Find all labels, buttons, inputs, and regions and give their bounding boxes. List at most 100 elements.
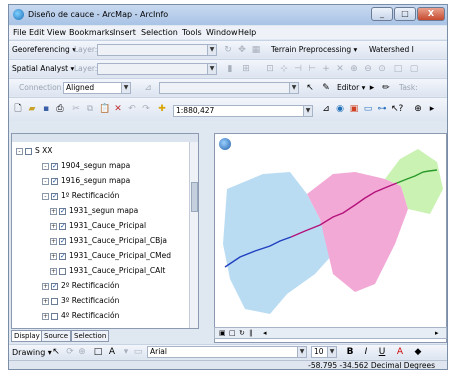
open-folder-icon[interactable]: ▰ (27, 104, 37, 114)
layer-name[interactable]: 1904_segun mapa (61, 161, 130, 170)
zoom-layer-icon[interactable]: ⊕ (349, 64, 359, 74)
menu-window[interactable]: Window (206, 28, 238, 37)
node-tool-icon[interactable]: ⊹ (279, 64, 289, 74)
rotate-element-icon[interactable]: ⟳ (65, 347, 75, 357)
print-icon[interactable]: ⎙ (55, 104, 65, 114)
layer-visibility-checkbox[interactable]: ✓ (59, 252, 66, 260)
menu-view[interactable]: View (47, 28, 66, 37)
add-point-icon[interactable]: + (321, 64, 331, 74)
layer-visibility-checkbox[interactable]: ✓ (59, 207, 66, 215)
collapse-icon[interactable]: - (42, 177, 49, 185)
rotate-icon[interactable]: ↻ (223, 45, 233, 55)
menu-help[interactable]: Help (238, 28, 256, 37)
menu-selection[interactable]: Selection (141, 28, 178, 37)
menu-file[interactable]: File (13, 28, 26, 37)
layer-visibility-checkbox[interactable] (25, 147, 32, 155)
toc-layer-row[interactable]: - ✓ 1916_segun mapa (42, 176, 130, 186)
layer-name[interactable]: 4º Rectificación (61, 311, 119, 320)
layer-visibility-checkbox[interactable]: ✓ (51, 177, 58, 185)
layer-name[interactable]: S XX (35, 146, 52, 155)
layout-view-icon[interactable]: □ (229, 329, 236, 337)
layer-visibility-checkbox[interactable]: ✓ (51, 282, 58, 290)
layer-visibility-checkbox[interactable]: ✓ (59, 237, 66, 245)
toc-layer-row[interactable]: + ✓ 1931_segun mapa (50, 206, 138, 216)
add-data-icon[interactable]: ✚ (157, 104, 167, 114)
whats-this-icon[interactable]: ↖? (391, 104, 403, 114)
menu-tools[interactable]: Tools (182, 28, 202, 37)
layer-visibility-checkbox[interactable]: ✓ (59, 222, 66, 230)
font-size-combo[interactable]: 10 ▼ (311, 346, 337, 358)
collapse-icon[interactable]: - (16, 147, 23, 155)
rectangle-icon[interactable]: □ (93, 347, 103, 357)
font-color-button[interactable]: A (395, 347, 405, 357)
georeferencing-menu[interactable]: Georeferencing ▾ (12, 45, 76, 54)
redo-icon[interactable]: ↷ (141, 104, 151, 114)
menu-edit[interactable]: Edit (29, 28, 45, 37)
toc-layer-row[interactable]: +1931_Cauce_Pricipal_CAlt (50, 266, 165, 276)
close-button[interactable]: X (417, 7, 445, 21)
layer-name[interactable]: 1931_Cauce_Pricipal_CMed (69, 251, 171, 260)
delete-icon[interactable]: ✕ (113, 104, 123, 114)
histogram-icon[interactable]: ▮ (225, 64, 235, 74)
spatial-analyst-menu[interactable]: Spatial Analyst ▾ (12, 64, 74, 73)
layer-visibility-checkbox[interactable]: ✓ (51, 192, 58, 200)
layer-name[interactable]: 3º Rectificación (61, 296, 119, 305)
save-icon[interactable]: ▪ (41, 104, 51, 114)
layer-visibility-checkbox[interactable] (59, 267, 66, 275)
data-view-icon[interactable]: ▣ (219, 329, 226, 337)
zoom-in-icon[interactable]: ⊕ (413, 104, 423, 114)
font-combo[interactable]: Arial ▼ (147, 346, 307, 358)
watershed-menu[interactable]: Watershed I (369, 45, 414, 54)
toolbar-more-icon[interactable]: ▸ (427, 104, 437, 114)
expand-icon[interactable]: + (50, 237, 57, 245)
layer-name[interactable]: 1931_segun mapa (69, 206, 138, 215)
expand-icon[interactable]: + (42, 297, 49, 305)
toc-layer-row[interactable]: - ✓ 1904_segun mapa (42, 161, 130, 171)
new-document-icon[interactable]: 🗋 (13, 104, 23, 114)
expand-icon[interactable]: + (50, 252, 57, 260)
table-icon[interactable]: ▦ (251, 45, 261, 55)
merge-icon[interactable]: ⊢ (307, 64, 317, 74)
fill-color-icon[interactable]: ◆ (413, 347, 423, 357)
toc-scrollbar[interactable] (189, 142, 198, 328)
toc-layer-row[interactable]: + ✓ 1931_Cauce_Pricipal_CMed (50, 251, 171, 261)
underline-button[interactable]: U (377, 347, 387, 357)
text-tool-icon[interactable]: A (107, 347, 117, 357)
full-extent-icon[interactable]: ⊙ (377, 64, 387, 74)
layer-name[interactable]: 1931_Cauce_Pricipal_CAlt (69, 266, 165, 275)
layer-visibility-checkbox[interactable]: ✓ (51, 162, 58, 170)
expand-icon[interactable]: + (42, 312, 49, 320)
toc-scrollbar-thumb[interactable] (191, 182, 198, 212)
select-elements-icon[interactable]: ↖ (51, 347, 61, 357)
task-combo[interactable]: ▼ (159, 82, 299, 94)
editor-menu[interactable]: Editor ▾ (337, 83, 365, 92)
spatial-layer-combo[interactable]: ▼ (97, 63, 217, 75)
collapse-icon[interactable]: - (42, 162, 49, 170)
layer-visibility-checkbox[interactable] (51, 297, 58, 305)
scroll-left-icon[interactable]: ◂ (263, 329, 267, 337)
delete-point-icon[interactable]: ✕ (335, 64, 345, 74)
menu-bookmarks[interactable]: Bookmarks (69, 28, 114, 37)
toc-layer-row[interactable]: +3º Rectificación (42, 296, 119, 306)
copy-icon[interactable]: ⧉ (85, 104, 95, 114)
bold-button[interactable]: B (345, 347, 355, 357)
expand-icon[interactable]: + (50, 222, 57, 230)
maximize-button[interactable]: □ (394, 7, 416, 21)
edit-tool-icon[interactable]: ⊡ (265, 64, 275, 74)
clear-icon[interactable]: □ (393, 64, 403, 74)
cut-icon[interactable]: ✂ (71, 104, 81, 114)
scroll-right-icon[interactable]: ▸ (435, 329, 439, 337)
menu-insert[interactable]: Insert (113, 28, 136, 37)
undo-icon[interactable]: ↶ (127, 104, 137, 114)
toc-layer-row[interactable]: + ✓ 1931_Cauce_Pricipal_CBja (50, 236, 167, 246)
arctoolbox-icon[interactable]: ◉ (335, 104, 345, 114)
edit-arrow-icon[interactable]: ↖ (305, 83, 315, 93)
paste-icon[interactable]: 📋 (99, 104, 110, 114)
grid-icon[interactable]: ⊞ (241, 64, 251, 74)
callout-icon[interactable]: ▾ (121, 347, 131, 357)
refresh-icon[interactable]: ↻ (239, 329, 245, 337)
collapse-icon[interactable]: - (42, 192, 49, 200)
aligned-combo[interactable]: Aligned ▼ (63, 82, 131, 94)
expand-icon[interactable]: + (50, 267, 57, 275)
toc-layer-row[interactable]: + ✓ 1931_Cauce_Pricipal (50, 221, 146, 231)
